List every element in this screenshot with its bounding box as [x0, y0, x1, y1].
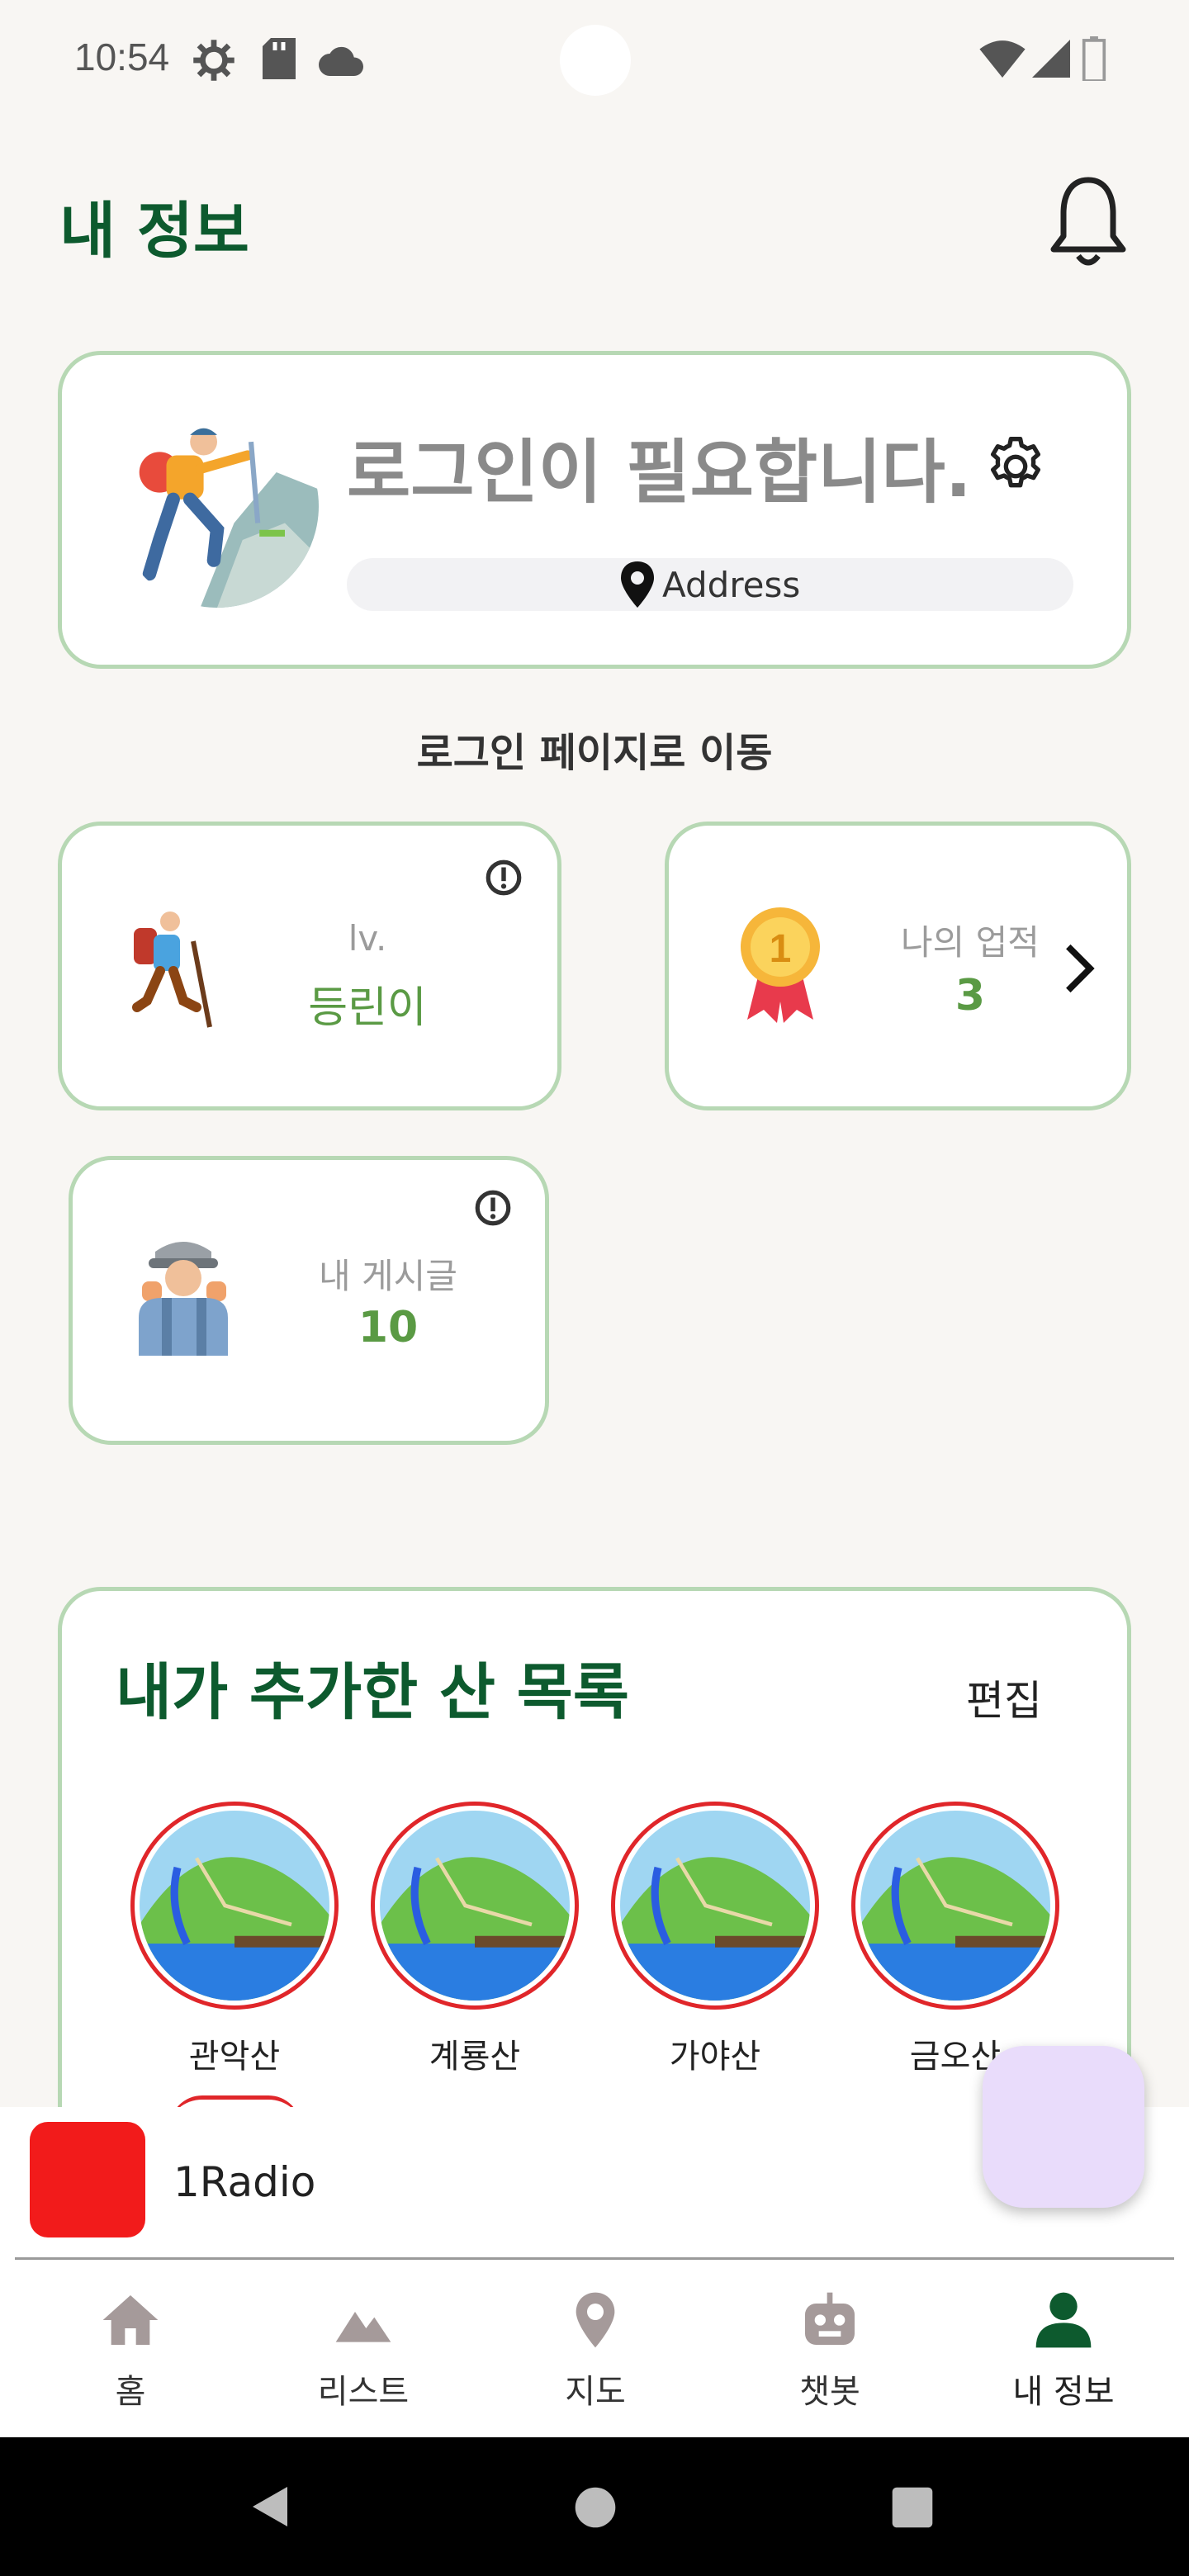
info-icon[interactable] [483, 857, 524, 898]
robot-icon [805, 2292, 855, 2345]
mountain-thumbnail [611, 1802, 819, 2010]
cloud-icon [319, 46, 363, 76]
home-circle-icon[interactable] [573, 2485, 618, 2530]
avatar [116, 405, 319, 608]
level-label: lv. [348, 918, 387, 959]
map-pin-icon [621, 561, 654, 608]
battery-icon [1082, 36, 1106, 81]
backpacker-icon [139, 1242, 228, 1356]
login-page-link[interactable]: 로그인 페이지로 이동 [0, 720, 1189, 778]
player-thumbnail [30, 2122, 145, 2237]
nav-item-chatbot[interactable]: 챗봇 [747, 2287, 912, 2413]
back-icon[interactable] [248, 2482, 297, 2531]
mountain-name: 계룡산 [429, 2038, 521, 2076]
nav-item-my-info[interactable]: 내 정보 [981, 2287, 1146, 2413]
level-value: 등린이 [308, 983, 427, 1033]
mountain-thumbnail [851, 1802, 1059, 2010]
floating-action-button[interactable] [983, 2046, 1144, 2208]
mountain-item[interactable]: 관악산 [130, 1802, 339, 2077]
person-icon [1035, 2292, 1092, 2348]
mountain-list-title: 내가 추가한 산 목록 [116, 1657, 629, 1728]
settings-status-icon [193, 40, 234, 81]
mountain-item[interactable]: 계룡산 [371, 1802, 579, 2077]
sd-card-icon [263, 38, 296, 79]
login-required-text: 로그인이 필요합니다. [347, 432, 972, 513]
nav-label: 내 정보 [1012, 2373, 1115, 2411]
address-text: Address [662, 565, 801, 605]
achievements-value: 3 [955, 971, 986, 1020]
nav-item-map[interactable]: 지도 [513, 2287, 678, 2413]
achievements-label: 나의 업적 [901, 922, 1040, 963]
nav-label: 홈 [115, 2373, 146, 2411]
chevron-right-icon[interactable] [1061, 941, 1097, 996]
nav-label: 지도 [565, 2373, 626, 2411]
camera-cutout [560, 25, 631, 96]
signal-icon [1032, 40, 1070, 78]
edit-button[interactable]: 편집 [966, 1668, 1042, 1727]
mountain-name: 가야산 [669, 2038, 761, 2076]
player-title: 1Radio [173, 2158, 316, 2206]
bell-icon[interactable] [1047, 173, 1130, 272]
page-title: 내 정보 [59, 196, 250, 267]
info-icon[interactable] [472, 1187, 514, 1229]
mountain-item[interactable]: 금오산 [851, 1802, 1059, 2077]
mountain-item[interactable]: 가야산 [611, 1802, 819, 2077]
nav-item-list[interactable]: 리스트 [281, 2287, 446, 2413]
hiker-icon [132, 912, 212, 1028]
nav-item-home[interactable]: 홈 [48, 2287, 213, 2413]
recents-icon[interactable] [890, 2485, 935, 2530]
mountain-name: 관악산 [188, 2038, 281, 2076]
mountain-thumbnail [130, 1802, 339, 2010]
mountain-thumbnail [371, 1802, 579, 2010]
nav-label: 리스트 [317, 2373, 410, 2411]
home-icon [102, 2295, 159, 2345]
gear-icon[interactable] [983, 433, 1049, 500]
wifi-icon [979, 40, 1026, 78]
mountain-icon [335, 2312, 391, 2342]
medal-icon: 1 [741, 907, 820, 1023]
nav-label: 챗봇 [799, 2373, 860, 2411]
posts-label: 내 게시글 [319, 1256, 457, 1296]
posts-value: 10 [358, 1303, 419, 1352]
svg-text:1: 1 [770, 927, 792, 971]
map-pin-icon [576, 2292, 615, 2348]
status-time: 10:54 [74, 36, 170, 78]
